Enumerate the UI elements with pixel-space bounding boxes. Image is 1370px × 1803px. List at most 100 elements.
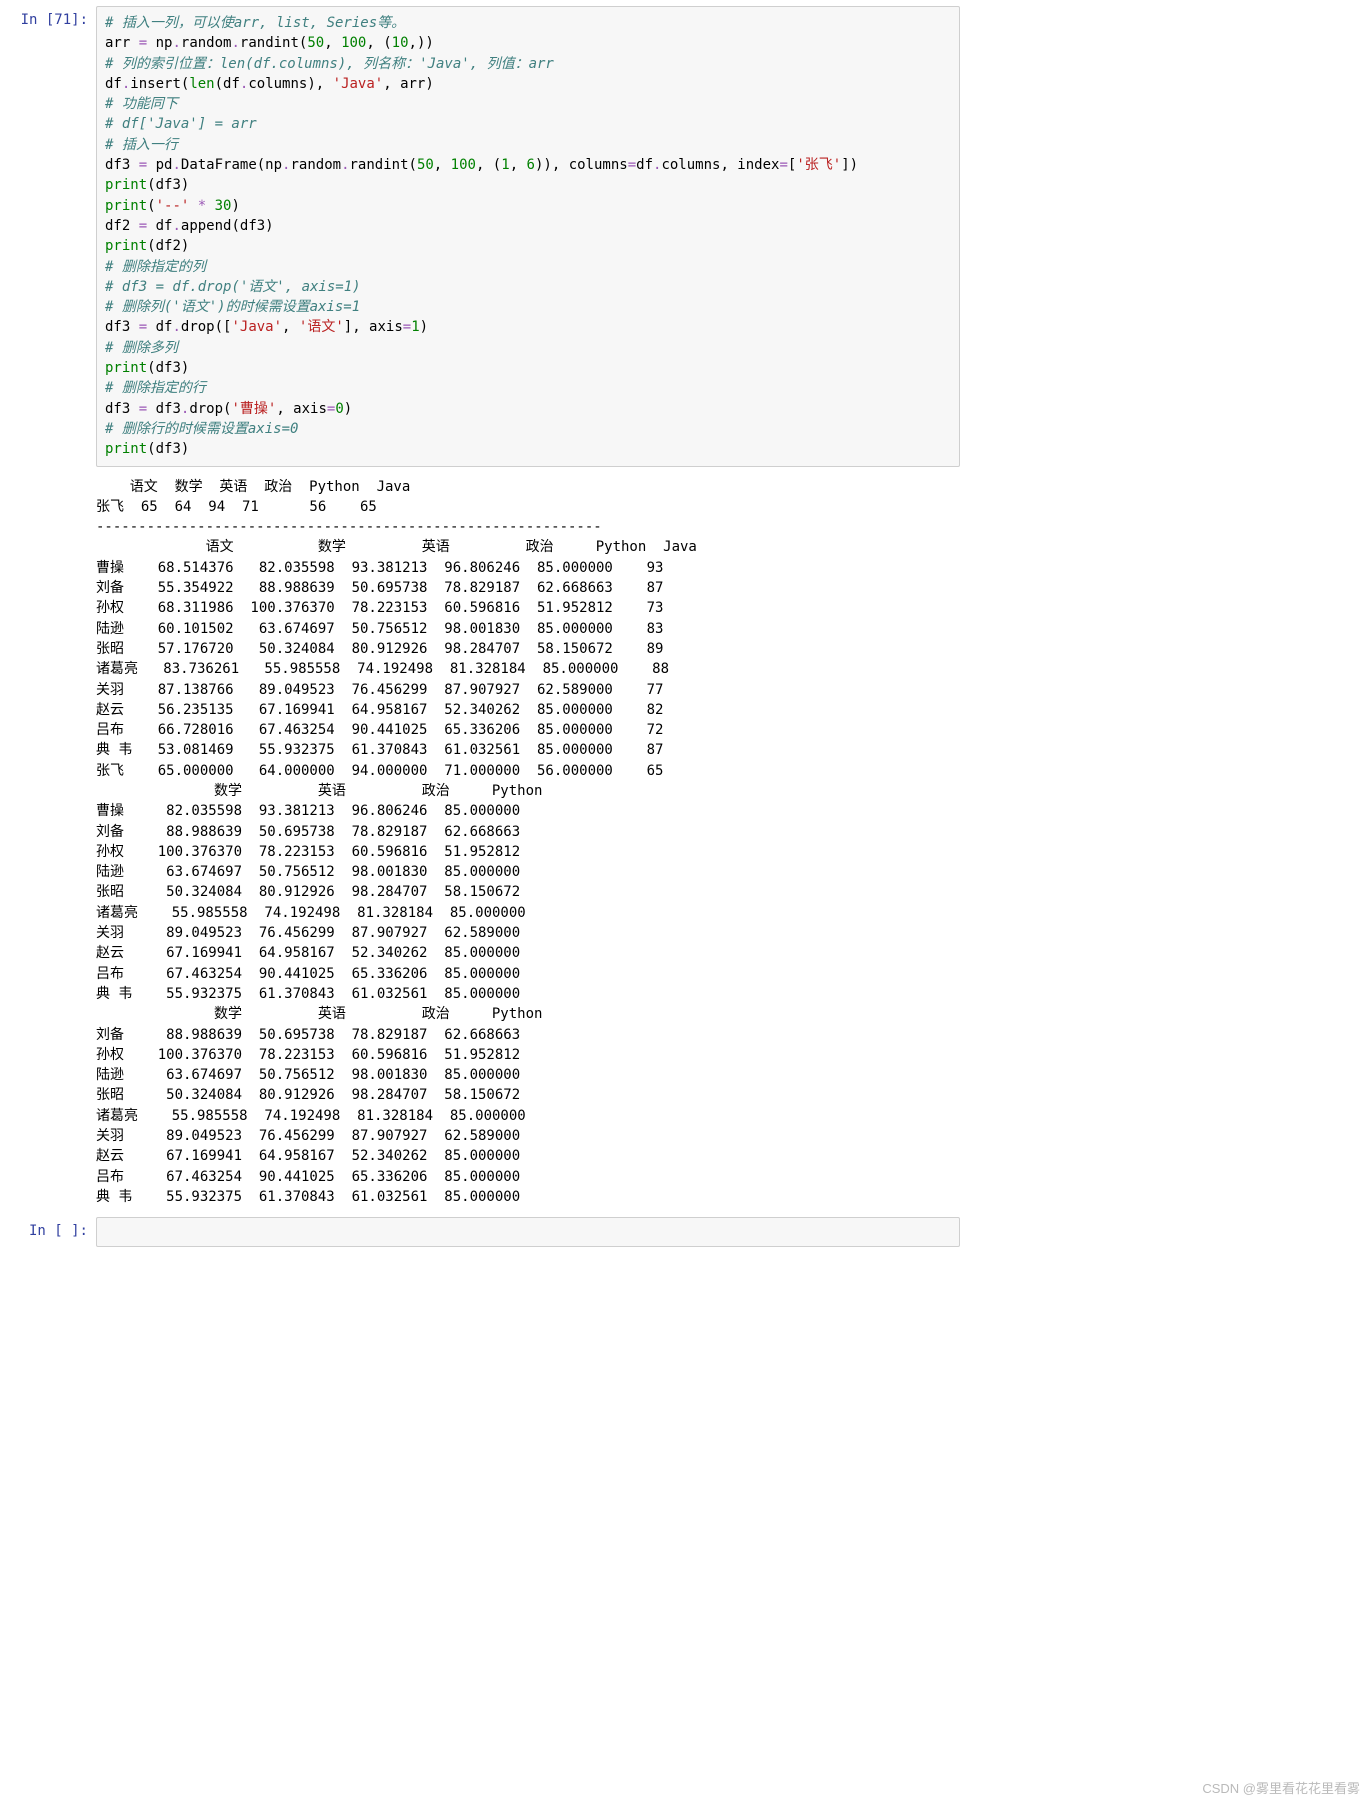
code-comment: # 删除列('语文')的时候需设置axis=1 [105,299,360,315]
t: random [290,157,341,173]
t: drop([ [181,319,232,335]
t: '张飞' [796,157,841,173]
t: = [779,157,787,173]
t: df [105,76,122,92]
t: columns), [248,76,332,92]
t: , ( [366,35,391,51]
t: 1 [411,319,419,335]
t: randint( [240,35,307,51]
code-comment: # 删除行的时候需设置axis=0 [105,421,298,437]
t: df3 [105,319,139,335]
code-comment: # 删除指定的行 [105,380,206,396]
code-comment: # 列的索引位置：len(df.columns), 列名称：'Java', 列值… [105,56,554,72]
t: 50 [417,157,434,173]
t: df2 [105,218,139,234]
t: . [341,157,349,173]
t: 'Java' [333,76,384,92]
t: 30 [215,198,232,214]
t: = [139,35,147,51]
t: , axis [276,401,327,417]
code-comment: # 插入一行 [105,137,178,153]
t: (df [215,76,240,92]
t: '--' [156,198,190,214]
code-comment: # 插入一列，可以使arr, list, Series等。 [105,15,405,31]
watermark-text: CSDN @雾里看花花里看雾 [1202,1778,1360,1797]
t: arr [105,35,139,51]
t: print [105,238,147,254]
t: len [189,76,214,92]
t: 10 [392,35,409,51]
t: '曹操' [231,401,276,417]
t: print [105,198,147,214]
t: ) [344,401,352,417]
t: , [282,319,299,335]
stdout-output: 语文 数学 英语 政治 Python Java 张飞 65 64 94 71 5… [96,471,960,1214]
t: , [510,157,527,173]
t: ( [147,198,155,214]
t: pd [147,157,172,173]
code-cell-71: In [71]: # 插入一列，可以使arr, list, Series等。 a… [0,4,960,469]
input-prompt-empty: In [ ]: [0,1217,96,1247]
t: df3 [105,157,139,173]
t: columns, index [661,157,779,173]
t: ]) [841,157,858,173]
t: print [105,360,147,376]
t: np [147,35,172,51]
code-comment: # 功能同下 [105,96,178,112]
code-comment: # 删除多列 [105,340,178,356]
t: ) [231,198,239,214]
t: = [139,401,147,417]
t: ,)) [409,35,434,51]
t: 50 [307,35,324,51]
code-comment: # df3 = df.drop('语文', axis=1) [105,279,361,295]
t: random [181,35,232,51]
t: DataFrame(np [181,157,282,173]
t: . [172,157,180,173]
t: , [324,35,341,51]
t: , arr) [383,76,434,92]
t: . [172,35,180,51]
t: = [139,157,147,173]
code-comment: # 删除指定的列 [105,259,206,275]
output-prompt-71 [0,471,96,1214]
t: df [636,157,653,173]
t [206,198,214,214]
t [189,198,197,214]
t: (df3) [147,360,189,376]
t: randint( [350,157,417,173]
code-comment: # df['Java'] = arr [105,116,257,132]
empty-code-input[interactable] [96,1217,960,1247]
input-prompt-71: In [71]: [0,6,96,467]
t: . [172,319,180,335]
t: ) [420,319,428,335]
t: insert( [130,76,189,92]
notebook: In [71]: # 插入一列，可以使arr, list, Series等。 a… [0,0,960,1253]
t: 100 [341,35,366,51]
t: 100 [451,157,476,173]
t: . [231,35,239,51]
t: ], axis [344,319,403,335]
t: (df3) [147,177,189,193]
code-content: # 插入一列，可以使arr, list, Series等。 arr = np.r… [105,13,951,460]
t: '语文' [299,319,344,335]
t: (df3) [147,441,189,457]
t: = [403,319,411,335]
t: print [105,441,147,457]
t: drop( [189,401,231,417]
t: = [139,319,147,335]
t: df [147,319,172,335]
t: = [139,218,147,234]
output-cell-71: 语文 数学 英语 政治 Python Java 张飞 65 64 94 71 5… [0,469,960,1216]
t: , [434,157,451,173]
t: df [147,218,172,234]
t: * [198,198,206,214]
t: 0 [335,401,343,417]
t: print [105,177,147,193]
t: 'Java' [231,319,282,335]
t: df3 [147,401,181,417]
code-input-area[interactable]: # 插入一列，可以使arr, list, Series等。 arr = np.r… [96,6,960,467]
t: 1 [501,157,509,173]
t: append(df3) [181,218,274,234]
t: (df2) [147,238,189,254]
t: = [628,157,636,173]
